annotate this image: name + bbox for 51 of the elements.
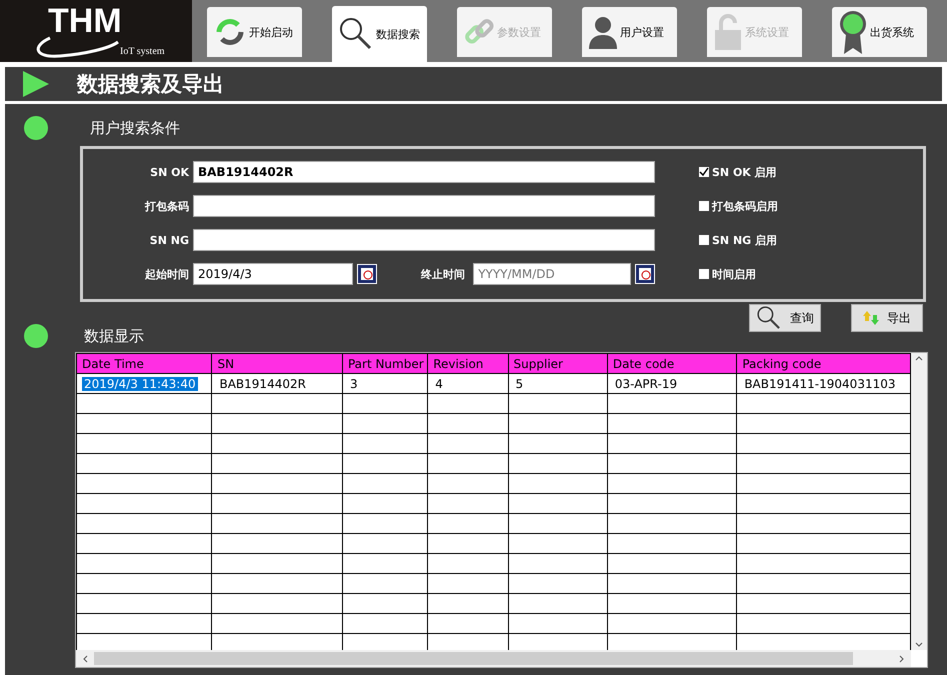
play-icon bbox=[23, 71, 49, 97]
calendar-button[interactable] bbox=[357, 264, 378, 284]
table-cell-text: 4 bbox=[434, 376, 444, 390]
table-cell-text: 03-APR-19 bbox=[614, 376, 678, 390]
table-cell-text: BAB1914402R bbox=[218, 376, 307, 390]
field-label: 起始时间 bbox=[144, 266, 190, 282]
field-label: SN OK bbox=[149, 166, 190, 178]
logo: THM IoT system bbox=[0, 0, 192, 62]
nav-tab[interactable]: 数据搜索 bbox=[332, 6, 427, 62]
section-title: 用户搜索条件 bbox=[90, 118, 180, 138]
search-icon bbox=[338, 16, 374, 52]
section-title: 数据显示 bbox=[84, 326, 144, 346]
column-header[interactable]: SN bbox=[212, 354, 342, 374]
page-title: 数据搜索及导出 bbox=[77, 71, 224, 98]
date-field[interactable]: 2019/4/3 bbox=[193, 263, 354, 285]
table-cell-text: BAB191411-1904031103 bbox=[743, 376, 896, 390]
user-icon bbox=[588, 15, 618, 49]
search-button[interactable]: 查询 bbox=[749, 304, 821, 332]
nav-tab[interactable]: 开始启动 bbox=[207, 7, 302, 57]
nav-tab[interactable]: 用户设置 bbox=[582, 7, 677, 57]
calendar-button[interactable] bbox=[635, 264, 655, 284]
horizontal-scrollbar[interactable] bbox=[76, 650, 911, 667]
table-cell: 2019/4/3 11:43:40 bbox=[82, 376, 198, 390]
field-label: SN NG bbox=[148, 234, 190, 246]
column-header[interactable]: Packing code bbox=[736, 354, 910, 374]
column-header[interactable]: Date code bbox=[607, 354, 737, 374]
award-icon bbox=[838, 10, 868, 54]
status-dot bbox=[24, 116, 48, 140]
checkbox[interactable]: SN OK 启用 bbox=[699, 164, 923, 180]
input-field[interactable]: BAB1914402R bbox=[193, 161, 655, 183]
checkbox[interactable]: 打包条码启用 bbox=[699, 198, 923, 214]
export-button[interactable]: 导出 bbox=[851, 304, 923, 332]
table-cell-text: 3 bbox=[348, 376, 359, 390]
column-header[interactable]: Revision bbox=[428, 354, 508, 374]
field-label: 打包条码 bbox=[144, 198, 190, 214]
nav-tab[interactable]: 出货系统 bbox=[832, 7, 927, 57]
date-field[interactable]: YYYY/MM/DD bbox=[473, 263, 632, 285]
column-header[interactable]: Supplier bbox=[508, 354, 608, 374]
check-icon bbox=[699, 167, 709, 177]
status-dot bbox=[24, 324, 48, 348]
checkbox[interactable]: SN NG 启用 bbox=[699, 232, 923, 248]
checkbox[interactable]: 时间启用 bbox=[699, 266, 923, 282]
table-cell-text: 5 bbox=[514, 376, 524, 390]
export-icon bbox=[863, 310, 879, 326]
field-label: 终止时间 bbox=[420, 266, 466, 282]
input-field[interactable] bbox=[193, 195, 655, 217]
column-header[interactable]: Part Number bbox=[342, 354, 428, 374]
input-field[interactable] bbox=[193, 229, 655, 251]
column-header[interactable]: Date Time bbox=[76, 354, 212, 374]
vertical-scrollbar[interactable] bbox=[911, 353, 927, 650]
lock-icon bbox=[713, 14, 743, 50]
